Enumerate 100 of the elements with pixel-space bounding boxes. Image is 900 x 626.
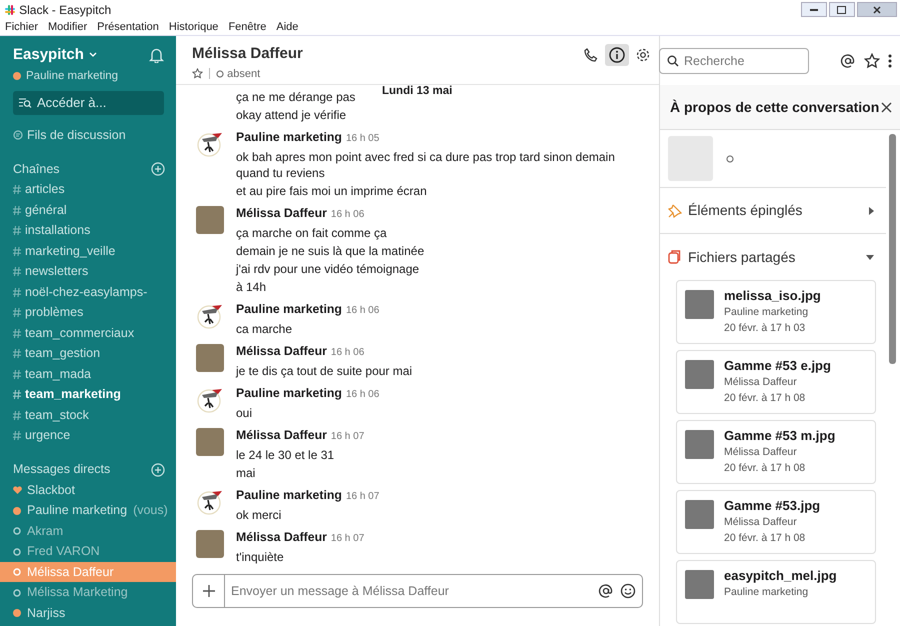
- dm-item[interactable]: Narjiss: [0, 602, 176, 624]
- close-icon[interactable]: [881, 102, 892, 112]
- channel-item[interactable]: général: [0, 200, 176, 220]
- file-date: 20 févr. à 17 h 08: [724, 532, 806, 546]
- file-card[interactable]: Gamme #53 e.jpg Mélissa Daffeur 20 févr. à 17 h 08: [676, 350, 876, 414]
- threads-link[interactable]: Fils de discussion: [0, 124, 176, 146]
- channel-item[interactable]: team_commerciaux: [0, 322, 176, 344]
- section-header[interactable]: Fichiers partagés: [660, 234, 886, 280]
- menu-item[interactable]: Historique: [168, 18, 218, 36]
- maximize-button[interactable]: [828, 2, 855, 17]
- menu-item[interactable]: Aide: [276, 18, 298, 36]
- file-card[interactable]: melissa_iso.jpg Pauline marketing 20 févr. à 17 h 03: [676, 280, 876, 344]
- star-icon[interactable]: [192, 68, 203, 80]
- message-time[interactable]: 16 h 06: [346, 305, 380, 316]
- menu-item[interactable]: Fichier: [5, 18, 38, 36]
- channel-item[interactable]: newsletters: [0, 261, 176, 282]
- author-name[interactable]: Pauline marketing: [236, 130, 342, 144]
- hash-icon: [13, 267, 21, 276]
- dm-item[interactable]: Akram: [0, 520, 176, 542]
- message-time[interactable]: 16 h 07: [346, 491, 380, 502]
- channel-item[interactable]: articles: [0, 179, 176, 200]
- status-circle-icon: [216, 70, 224, 78]
- file-author: Mélissa Daffeur: [724, 376, 798, 390]
- hash-icon: [13, 390, 21, 400]
- dm-item[interactable]: Slackbot: [0, 480, 176, 500]
- hash-icon: [13, 349, 21, 358]
- author-name[interactable]: Pauline marketing: [236, 488, 342, 502]
- section-header[interactable]: Éléments épinglés: [660, 188, 886, 234]
- presence-circle-icon: [13, 527, 21, 535]
- file-thumbnail-placeholder: [685, 570, 714, 599]
- author-name[interactable]: Pauline marketing: [236, 386, 342, 400]
- message-time[interactable]: 16 h 07: [330, 533, 364, 544]
- settings-icon[interactable]: [635, 47, 651, 63]
- file-date: 20 févr. à 17 h 08: [724, 392, 806, 406]
- file-name: Gamme #53.jpg: [724, 498, 820, 514]
- hash-icon: [13, 185, 21, 194]
- minimize-button[interactable]: [800, 2, 827, 17]
- files-icon: [668, 250, 681, 264]
- minimize-icon: [810, 8, 818, 10]
- mention-icon[interactable]: [840, 52, 856, 68]
- message-time[interactable]: 16 h 05: [346, 133, 380, 144]
- bell-icon[interactable]: [149, 47, 164, 64]
- emoji-icon[interactable]: [620, 583, 636, 599]
- more-icon[interactable]: [888, 54, 892, 68]
- message-time[interactable]: 16 h 07: [330, 431, 364, 442]
- hash-icon: [13, 370, 21, 379]
- message-time[interactable]: 16 h 06: [330, 347, 364, 358]
- avatar-logo-icon: [196, 386, 224, 414]
- info-icon: [608, 47, 625, 63]
- phone-icon[interactable]: [582, 47, 598, 63]
- author-name[interactable]: Mélissa Daffeur: [236, 344, 327, 358]
- channel-item[interactable]: marketing_veille: [0, 240, 176, 262]
- channel-item[interactable]: noël-chez-easylamps-: [0, 282, 176, 302]
- avatar-photo-placeholder: [196, 530, 224, 558]
- scrollbar-thumb[interactable]: [889, 134, 896, 364]
- dm-item[interactable]: Mélissa Marketing: [0, 582, 176, 603]
- hash-icon: [13, 308, 21, 318]
- channel-item[interactable]: team_stock: [0, 404, 176, 426]
- file-card[interactable]: Gamme #53 m.jpg Mélissa Daffeur 20 févr. à 17 h 08: [676, 420, 876, 484]
- star-icon[interactable]: [864, 52, 880, 68]
- menu-item[interactable]: Présentation: [97, 18, 159, 36]
- hash-icon: [13, 246, 21, 256]
- menu-item[interactable]: Fenêtre: [228, 18, 266, 36]
- channel-item[interactable]: installations: [0, 220, 176, 241]
- search-field[interactable]: Recherche: [659, 48, 809, 74]
- section-header[interactable]: Messages directs: [13, 460, 110, 480]
- message-composer[interactable]: Envoyer un message à Mélissa Daffeur: [192, 574, 643, 608]
- channel-item[interactable]: urgence: [0, 425, 176, 446]
- menu-item[interactable]: Modifier: [48, 18, 88, 36]
- message-text: je te dis ça tout de suite pour mai: [236, 363, 412, 379]
- message-text: ça ne me dérange pas: [236, 89, 356, 105]
- file-card[interactable]: easypitch_mel.jpg Pauline marketing: [676, 560, 876, 624]
- message-text: j'ai rdv pour une vidéo témoignage: [236, 261, 420, 277]
- message-time[interactable]: 16 h 06: [330, 209, 364, 220]
- author-name[interactable]: Mélissa Daffeur: [236, 206, 327, 220]
- author-name[interactable]: Pauline marketing: [236, 302, 342, 316]
- add-icon[interactable]: [151, 462, 165, 477]
- author-name[interactable]: Mélissa Daffeur: [236, 428, 327, 442]
- dm-item[interactable]: Fred VARON: [0, 541, 176, 562]
- message-text: ça marche on fait comme ça: [236, 225, 388, 241]
- channel-item[interactable]: team_mada: [0, 364, 176, 384]
- dm-item[interactable]: Pauline marketing (vous): [0, 500, 176, 521]
- info-button[interactable]: [604, 44, 629, 66]
- channel-item[interactable]: team_marketing: [0, 384, 176, 405]
- user-name: Pauline marketing: [26, 68, 118, 84]
- file-card[interactable]: Gamme #53.jpg Mélissa Daffeur 20 févr. à 17 h 08: [676, 490, 876, 554]
- add-icon[interactable]: [151, 162, 165, 176]
- message-time[interactable]: 16 h 06: [346, 389, 380, 400]
- hash-icon: [13, 226, 21, 236]
- avatar-photo-placeholder: [196, 206, 224, 234]
- jump-to-field[interactable]: Accéder à...: [13, 90, 164, 115]
- mention-icon[interactable]: [598, 583, 614, 599]
- section-header[interactable]: Chaînes: [13, 160, 60, 179]
- channel-item[interactable]: team_gestion: [0, 343, 176, 364]
- file-author: Mélissa Daffeur: [724, 516, 798, 530]
- close-button[interactable]: [856, 2, 897, 17]
- author-name[interactable]: Mélissa Daffeur: [236, 530, 327, 544]
- file-thumbnail-placeholder: [685, 360, 714, 389]
- workspace-name[interactable]: Easypitch: [13, 44, 97, 66]
- channel-item[interactable]: problèmes: [0, 302, 176, 323]
